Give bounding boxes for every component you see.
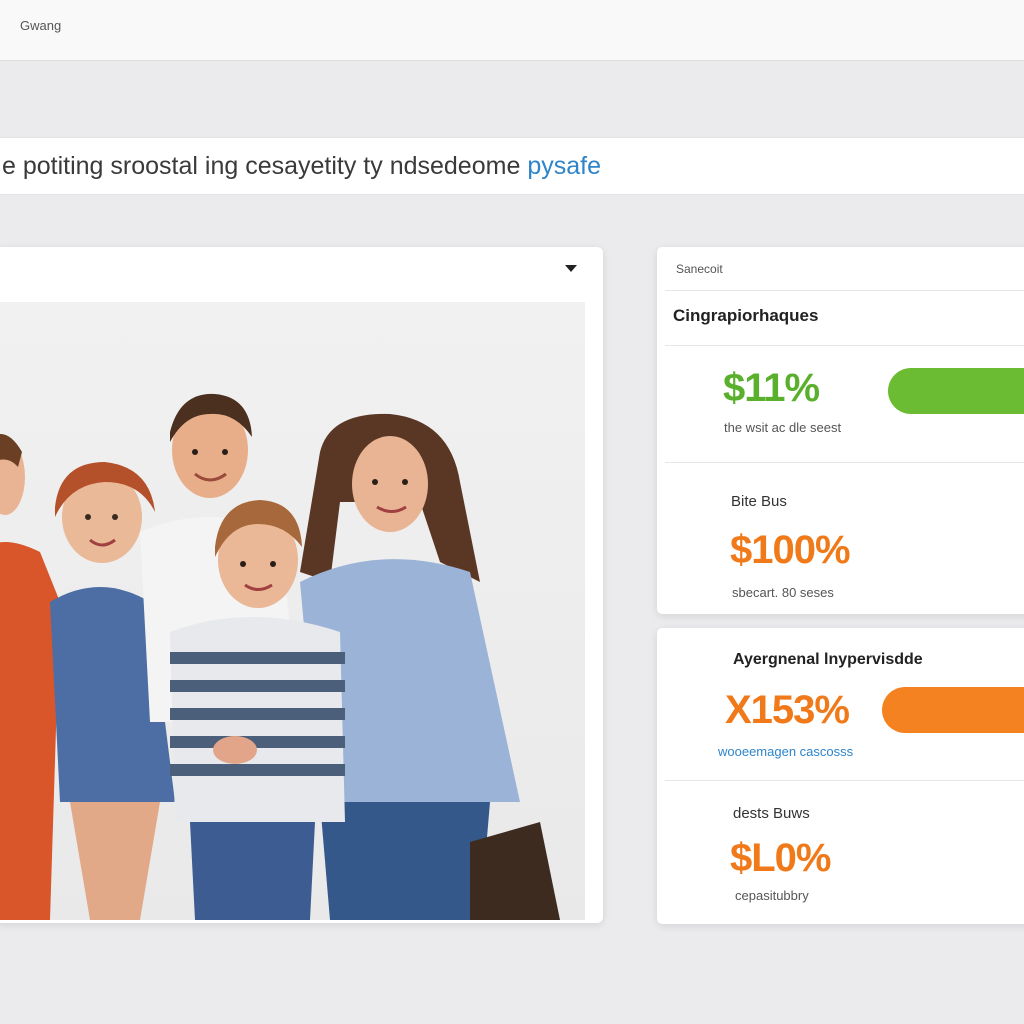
headline-text: e potiting sroostal ing cesayetity ty nd… — [2, 152, 521, 180]
person-left-woman — [0, 434, 60, 920]
metric-value: $11% — [723, 366, 820, 410]
top-bar: Gwang — [0, 0, 1024, 61]
caret-down-icon[interactable] — [565, 265, 577, 272]
metric-value: X153% — [725, 688, 850, 732]
divider — [665, 290, 1024, 291]
headline-bar: e potiting sroostal ing cesayetity ty nd… — [0, 137, 1024, 195]
app-window: Gwang e potiting sroostal ing cesayetity… — [0, 0, 1024, 1024]
app-title: Gwang — [20, 18, 62, 33]
divider — [665, 780, 1024, 781]
metric-label: sbecart. 80 seses — [732, 585, 834, 600]
divider — [665, 345, 1024, 346]
metric-title: Bite Bus — [731, 493, 787, 510]
family-illustration — [0, 393, 560, 920]
metric-value: $L0% — [730, 836, 831, 880]
metric-title: dests Buws — [733, 805, 810, 822]
metric-value: $100% — [730, 528, 851, 572]
family-photo — [0, 302, 585, 920]
metric-label: wooeemagen cascosss — [718, 744, 854, 759]
metric-label: the wsit ac dle seest — [724, 420, 842, 435]
progress-bar-orange — [882, 687, 1024, 733]
second-stats-card — [657, 628, 1024, 924]
headline: e potiting sroostal ing cesayetity ty nd… — [2, 152, 601, 181]
divider — [665, 462, 1024, 463]
stats-card-header: Sanecoit — [676, 262, 723, 276]
second-card-title: Ayergnenal lnypervisdde — [733, 651, 923, 668]
stats-card-title: Cingrapiorhaques — [673, 306, 819, 325]
headline-link[interactable]: pysafe — [527, 152, 601, 180]
metric-label: cepasitubbry — [735, 888, 809, 903]
progress-bar-green — [888, 368, 1024, 414]
